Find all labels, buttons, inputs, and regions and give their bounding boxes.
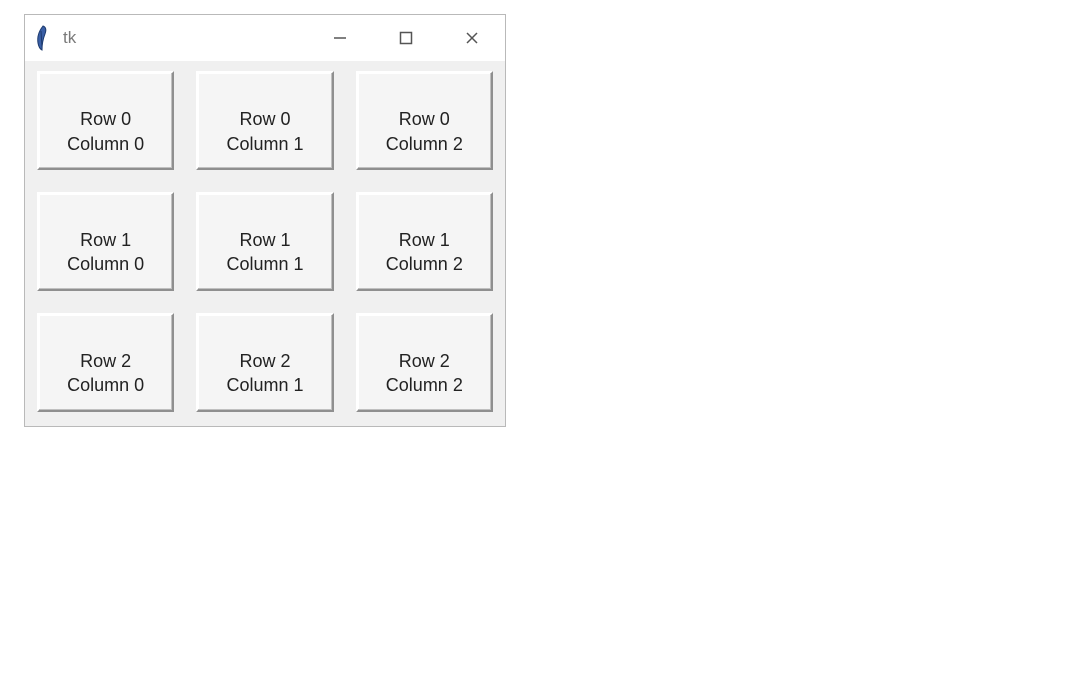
grid-button-r1-c1[interactable]: Row 1 Column 1 bbox=[196, 192, 333, 291]
app-window: tk Row 0 Column 0 bbox=[24, 14, 506, 427]
grid-button-r1-c0[interactable]: Row 1 Column 0 bbox=[37, 192, 174, 291]
window-title: tk bbox=[63, 28, 76, 48]
grid-button-r2-c0[interactable]: Row 2 Column 0 bbox=[37, 313, 174, 412]
window-controls bbox=[307, 15, 505, 61]
client-area: Row 0 Column 0 Row 0 Column 1 Row 0 Colu… bbox=[25, 61, 505, 426]
feather-icon bbox=[33, 23, 53, 53]
grid-button-label: Row 1 Column 0 bbox=[67, 230, 144, 274]
grid-button-r0-c2[interactable]: Row 0 Column 2 bbox=[356, 71, 493, 170]
grid-button-r1-c2[interactable]: Row 1 Column 2 bbox=[356, 192, 493, 291]
grid-button-label: Row 1 Column 2 bbox=[386, 230, 463, 274]
grid-button-label: Row 2 Column 2 bbox=[386, 351, 463, 395]
maximize-button[interactable] bbox=[373, 15, 439, 61]
close-button[interactable] bbox=[439, 15, 505, 61]
minimize-button[interactable] bbox=[307, 15, 373, 61]
grid-button-r0-c1[interactable]: Row 0 Column 1 bbox=[196, 71, 333, 170]
grid-button-r0-c0[interactable]: Row 0 Column 0 bbox=[37, 71, 174, 170]
button-grid: Row 0 Column 0 Row 0 Column 1 Row 0 Colu… bbox=[37, 71, 493, 412]
grid-button-label: Row 1 Column 1 bbox=[226, 230, 303, 274]
grid-button-r2-c1[interactable]: Row 2 Column 1 bbox=[196, 313, 333, 412]
grid-button-label: Row 0 Column 1 bbox=[226, 109, 303, 153]
grid-button-r2-c2[interactable]: Row 2 Column 2 bbox=[356, 313, 493, 412]
grid-button-label: Row 2 Column 0 bbox=[67, 351, 144, 395]
grid-button-label: Row 0 Column 2 bbox=[386, 109, 463, 153]
titlebar[interactable]: tk bbox=[25, 15, 505, 61]
grid-button-label: Row 2 Column 1 bbox=[226, 351, 303, 395]
grid-button-label: Row 0 Column 0 bbox=[67, 109, 144, 153]
